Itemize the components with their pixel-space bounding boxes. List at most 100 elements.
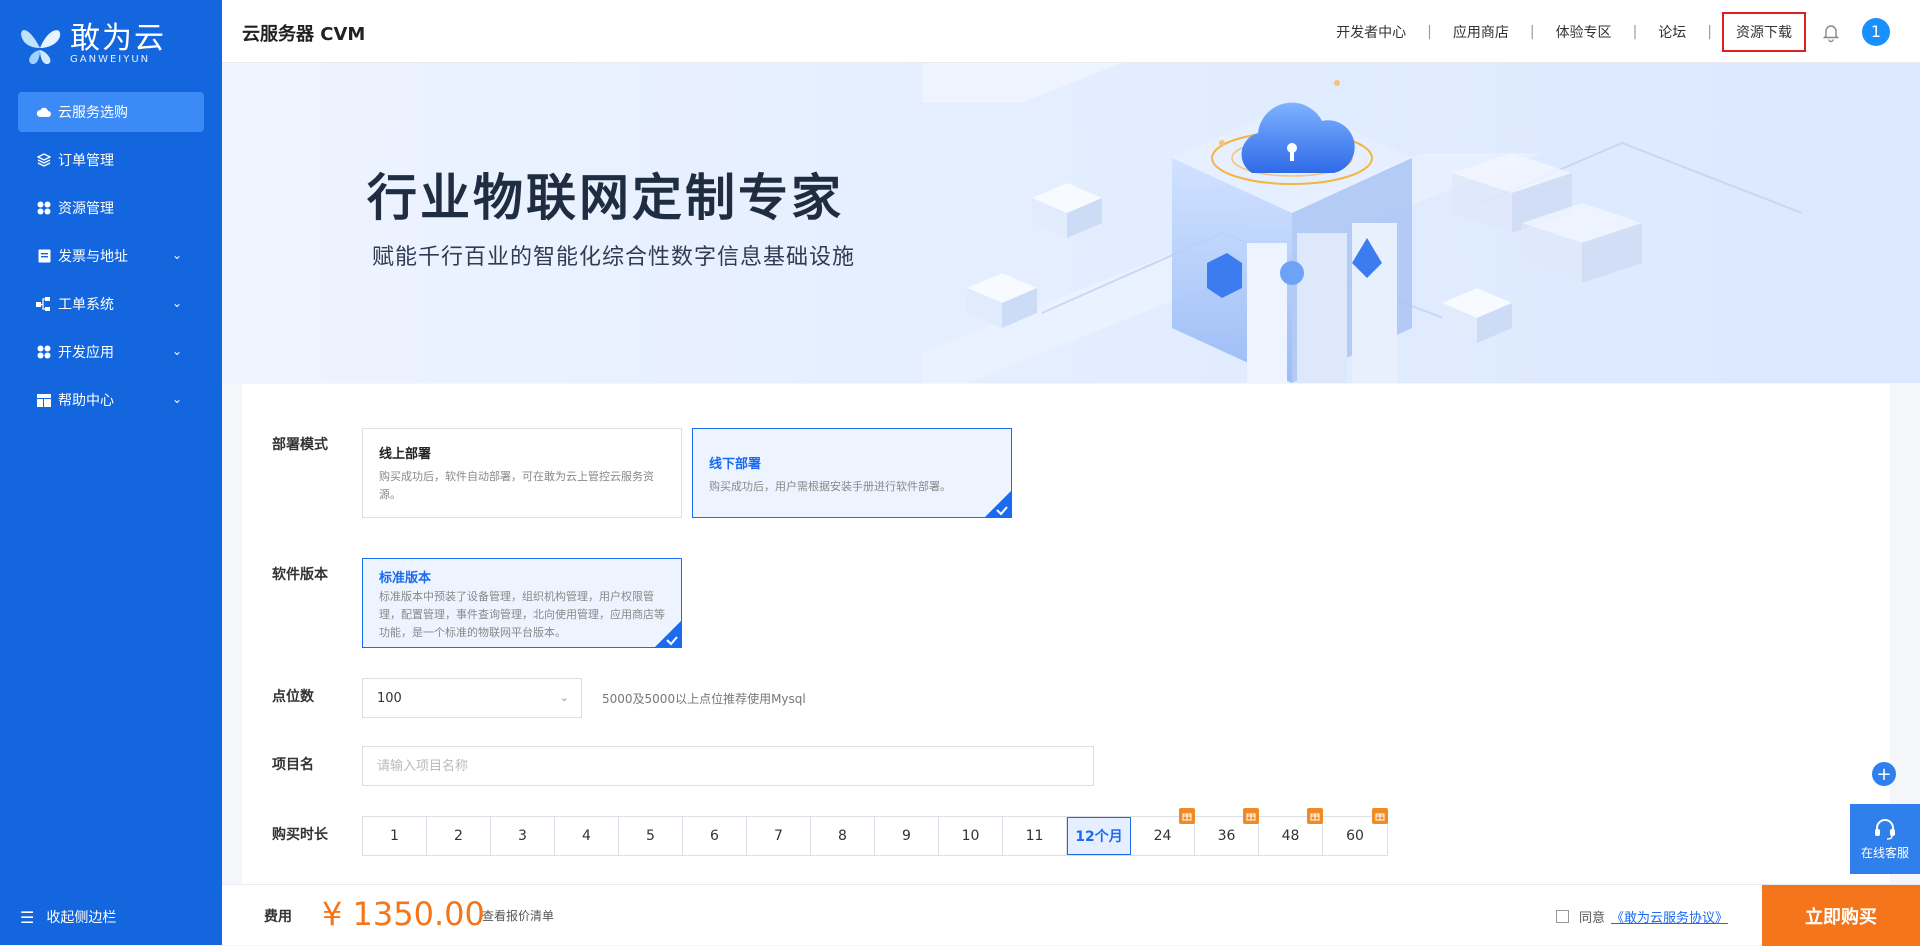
duration-option-label: 36 — [1217, 828, 1236, 844]
logo-name-en: GANWEIYUN — [70, 53, 151, 65]
chevron-down-icon: ⌄ — [171, 248, 182, 262]
duration-option-8[interactable]: 8 — [811, 817, 875, 855]
version-standard-desc: 标准版本中预装了设备管理，组织机构管理，用户权限管理，配置管理，事件查询管理，北… — [379, 590, 665, 639]
deploy-online-option[interactable]: 线上部署 购买成功后，软件自动部署，可在敢为云上管控云服务资源。 — [362, 428, 682, 518]
sidebar-item-label: 帮助中心 — [58, 393, 114, 409]
nav-link-developer[interactable]: 开发者中心 — [1315, 22, 1427, 42]
hero-banner: 行业物联网定制专家 赋能千行百业的智能化综合性数字信息基础设施 — [222, 63, 1920, 383]
software-version-label: 软件版本 — [272, 567, 328, 583]
plus-icon: + — [1876, 763, 1892, 785]
duration-option-6[interactable]: 6 — [683, 817, 747, 855]
total-price: ¥ 1350.00 — [322, 895, 485, 933]
points-hint: 5000及5000以上点位推荐使用Mysql — [602, 692, 806, 706]
duration-option-3[interactable]: 3 — [491, 817, 555, 855]
checkmark-corner-icon — [655, 621, 681, 647]
duration-option-10[interactable]: 10 — [939, 817, 1003, 855]
invoice-icon — [36, 248, 52, 264]
duration-option-24[interactable]: 24 — [1131, 808, 1195, 855]
gift-icon — [1307, 808, 1323, 824]
sidebar-item-label: 云服务选购 — [58, 105, 128, 121]
duration-option-label: 60 — [1346, 828, 1364, 844]
cloud-icon — [36, 104, 52, 120]
banner-subtitle: 赋能千行百业的智能化综合性数字信息基础设施 — [372, 245, 856, 270]
sidebar-nav: 云服务选购 订单管理 资源管理 发票与地址 ⌄ 工单系统 ⌄ 开发应用 ⌄ 帮助… — [0, 92, 222, 428]
nav-link-app-store[interactable]: 应用商店 — [1432, 22, 1530, 42]
project-name-label: 项目名 — [272, 757, 314, 773]
project-name-input[interactable] — [362, 746, 1094, 786]
online-service-button[interactable]: 在线客服 — [1850, 804, 1920, 874]
nav-link-forum[interactable]: 论坛 — [1637, 22, 1707, 42]
duration-option-9[interactable]: 9 — [875, 817, 939, 855]
deploy-offline-title: 线下部署 — [709, 457, 762, 472]
sidebar-item-label: 开发应用 — [58, 345, 114, 361]
duration-option-4[interactable]: 4 — [555, 817, 619, 855]
logo[interactable]: 敢为云 GANWEIYUN — [18, 18, 166, 70]
sidebar-item-help[interactable]: 帮助中心 ⌄ — [18, 380, 204, 420]
bell-icon[interactable] — [1820, 21, 1842, 43]
online-service-label: 在线客服 — [1860, 845, 1909, 860]
buy-now-button[interactable]: 立即购买 — [1762, 885, 1920, 946]
agree-checkbox[interactable] — [1556, 910, 1569, 923]
butterfly-logo-icon — [21, 30, 61, 65]
gift-icon — [1243, 808, 1259, 824]
duration-option-label: 24 — [1153, 828, 1172, 844]
collapse-menu-icon: ☰ — [20, 907, 35, 927]
sidebar-item-dev-apps[interactable]: 开发应用 ⌄ — [18, 332, 204, 372]
top-nav: 开发者中心 | 应用商店 | 体验专区 | 论坛 | 资源下载 1 — [1315, 0, 1890, 63]
add-float-button[interactable]: + — [1872, 762, 1896, 786]
sidebar-item-label: 资源管理 — [58, 201, 114, 217]
sidebar-item-workorder[interactable]: 工单系统 ⌄ — [18, 284, 204, 324]
service-agreement-link[interactable]: 《敢为云服务协议》 — [1611, 907, 1728, 926]
sidebar: 敢为云 GANWEIYUN 云服务选购 订单管理 资源管理 发票与地址 ⌄ 工单… — [0, 0, 222, 945]
deploy-online-desc: 购买成功后，软件自动部署，可在敢为云上管控云服务资源。 — [379, 470, 654, 501]
duration-option-11[interactable]: 11 — [1003, 817, 1067, 855]
deploy-offline-desc: 购买成功后，用户需根据安装手册进行软件部署。 — [709, 480, 951, 493]
gift-icon — [1372, 808, 1388, 824]
deploy-online-title: 线上部署 — [379, 447, 432, 462]
collapse-sidebar-label: 收起侧边栏 — [46, 910, 117, 926]
top-header: 云服务器 CVM 开发者中心 | 应用商店 | 体验专区 | 论坛 | 资源下载… — [222, 0, 1920, 63]
points-label: 点位数 — [272, 689, 314, 705]
view-quote-link[interactable]: 查看报价清单 — [482, 907, 554, 924]
sidebar-item-resources[interactable]: 资源管理 — [18, 188, 204, 228]
points-select[interactable]: 100 ⌄ — [362, 678, 582, 718]
chevron-down-icon: ⌄ — [171, 344, 182, 358]
user-avatar[interactable]: 1 — [1862, 17, 1890, 46]
sidebar-item-orders[interactable]: 订单管理 — [18, 140, 204, 180]
sidebar-item-label: 订单管理 — [58, 153, 114, 169]
duration-option-36[interactable]: 36 — [1195, 808, 1259, 855]
apps-icon — [36, 344, 52, 360]
isometric-server-illustration — [922, 63, 1803, 383]
duration-option-7[interactable]: 7 — [747, 817, 811, 855]
grid-icon — [36, 200, 52, 216]
duration-option-2[interactable]: 2 — [427, 817, 491, 855]
duration-option-12-months[interactable]: 12个月 — [1067, 817, 1131, 855]
version-standard-title: 标准版本 — [379, 571, 432, 586]
sidebar-item-label: 发票与地址 — [58, 249, 128, 265]
agreement-row: 同意 《敢为云服务协议》 — [1556, 907, 1728, 926]
help-icon — [36, 392, 52, 408]
duration-option-5[interactable]: 5 — [619, 817, 683, 855]
sidebar-item-invoice[interactable]: 发票与地址 ⌄ — [18, 236, 204, 276]
checkout-bar: 费用 ¥ 1350.00 查看报价清单 同意 《敢为云服务协议》 立即购买 — [222, 884, 1920, 946]
duration-option-60[interactable]: 60 — [1323, 808, 1388, 855]
nav-link-experience[interactable]: 体验专区 — [1535, 22, 1633, 42]
duration-option-1[interactable]: 1 — [363, 817, 427, 855]
duration-label: 购买时长 — [272, 827, 328, 843]
checkmark-corner-icon — [985, 491, 1011, 517]
banner-title: 行业物联网定制专家 — [367, 169, 844, 227]
headset-icon — [1875, 818, 1895, 840]
logo-name: 敢为云 — [70, 20, 166, 56]
purchase-form-card: 部署模式 线上部署 购买成功后，软件自动部署，可在敢为云上管控云服务资源。 线下… — [242, 384, 1890, 884]
version-standard-option[interactable]: 标准版本 标准版本中预装了设备管理，组织机构管理，用户权限管理，配置管理，事件查… — [362, 558, 682, 648]
duration-option-48[interactable]: 48 — [1259, 808, 1323, 855]
chevron-down-icon: ⌄ — [559, 691, 569, 704]
agree-label: 同意 — [1579, 911, 1606, 926]
collapse-sidebar-button[interactable]: ☰ 收起侧边栏 — [20, 907, 116, 927]
workorder-icon — [36, 296, 52, 312]
chevron-down-icon: ⌄ — [171, 296, 182, 310]
fee-label: 费用 — [264, 909, 292, 925]
nav-link-resource-download[interactable]: 资源下载 — [1722, 11, 1806, 52]
sidebar-item-cloud-purchase[interactable]: 云服务选购 — [18, 92, 204, 132]
deploy-offline-option[interactable]: 线下部署 购买成功后，用户需根据安装手册进行软件部署。 — [692, 428, 1012, 518]
